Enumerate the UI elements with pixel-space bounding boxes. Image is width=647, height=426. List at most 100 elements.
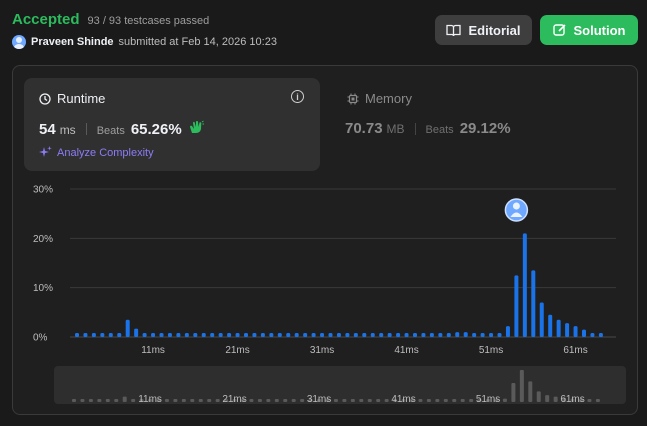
navigator-bar	[435, 399, 440, 402]
navigator-bar	[511, 382, 516, 402]
histogram-bar	[336, 333, 341, 337]
histogram-bar	[379, 333, 384, 337]
navigator-bar	[122, 396, 127, 402]
y-tick-label: 30%	[33, 185, 53, 196]
histogram-bar	[117, 333, 122, 337]
navigator-bar	[333, 399, 338, 402]
histogram-bar	[159, 333, 164, 337]
navigator-bar	[266, 399, 271, 402]
navigator-bar	[502, 398, 507, 402]
histogram-bar	[531, 270, 536, 337]
navigator-bar	[72, 399, 76, 402]
y-tick-label: 10%	[33, 283, 53, 294]
your-submission-avatar-icon[interactable]	[504, 198, 529, 222]
histogram-bar	[328, 333, 333, 337]
histogram-bar	[218, 333, 223, 337]
histogram-bar	[573, 326, 578, 337]
x-tick-label: 21ms	[225, 345, 249, 356]
histogram-bar	[539, 302, 544, 337]
navigator-bar	[418, 399, 423, 402]
histogram-bar	[125, 319, 130, 337]
histogram-bar	[370, 333, 375, 337]
runtime-distribution-chart[interactable]: 30% 20% 10% 0% 11ms 21ms 31ms 41ms 51ms 61ms 11ms 2…	[0, 0, 647, 426]
x-tick-label: 31ms	[310, 345, 334, 356]
y-tick-label: 0%	[33, 333, 48, 344]
histogram-bar	[497, 333, 502, 337]
navigator-bar	[443, 399, 448, 402]
histogram-bar	[505, 326, 510, 337]
histogram-bar	[514, 275, 519, 337]
histogram-bar	[413, 333, 417, 337]
histogram-bar	[438, 333, 443, 337]
navigator-bar	[190, 399, 195, 402]
navigator-bar	[207, 399, 212, 402]
histogram-bar	[396, 333, 401, 337]
navigator-bar	[80, 399, 85, 402]
navigator-bar	[173, 399, 178, 402]
x-tick-label: 61ms	[563, 345, 587, 356]
navigator-bar	[131, 399, 136, 402]
histogram-bar	[489, 333, 494, 337]
histogram-bar	[210, 333, 215, 337]
histogram-bar	[463, 332, 468, 337]
navigator-bar	[587, 399, 592, 402]
navigator-bar	[215, 399, 220, 402]
histogram-bar	[184, 333, 189, 337]
histogram-bar	[91, 333, 96, 337]
navigator-bar	[359, 399, 364, 402]
navigator-bar	[249, 399, 254, 402]
histogram-bar	[151, 333, 156, 337]
histogram-bar	[311, 333, 316, 337]
histogram-bar	[446, 333, 451, 337]
histogram-bar	[294, 333, 299, 337]
navigator-bar	[164, 399, 169, 402]
navigator-bar	[342, 399, 347, 402]
histogram-bar	[134, 328, 139, 337]
navigator-tick-label: 61ms	[560, 394, 584, 405]
navigator-tick-label: 21ms	[222, 394, 246, 405]
navigator-tick-label: 11ms	[138, 394, 162, 405]
x-tick-label: 11ms	[141, 345, 165, 356]
navigator-tick-label: 51ms	[476, 394, 500, 405]
histogram-bar	[277, 333, 282, 337]
histogram-bar	[227, 333, 232, 337]
histogram-bar	[269, 333, 274, 337]
navigator-bar	[545, 395, 550, 402]
histogram-bar	[201, 333, 206, 337]
histogram-bar	[320, 333, 325, 337]
navigator-bar	[367, 399, 372, 402]
histogram-bar	[75, 333, 79, 337]
histogram-bar	[83, 333, 88, 337]
navigator-bar	[384, 399, 389, 402]
navigator-bar	[181, 399, 186, 402]
navigator-bar	[88, 399, 93, 402]
histogram-bar	[472, 333, 477, 337]
histogram-bar	[455, 332, 460, 337]
navigator-tick-label: 41ms	[391, 394, 415, 405]
navigator-tick-label: 31ms	[307, 394, 331, 405]
histogram-bar	[353, 333, 358, 337]
histogram-bar	[142, 333, 147, 337]
navigator-bar	[460, 399, 465, 402]
navigator-bar	[452, 399, 457, 402]
navigator-bar	[274, 399, 279, 402]
navigator-bar	[300, 399, 305, 402]
navigator-bar	[257, 399, 262, 402]
histogram-bar	[244, 333, 248, 337]
y-tick-label: 20%	[33, 234, 53, 245]
histogram-bar	[235, 333, 240, 337]
navigator-bar	[536, 391, 541, 402]
histogram-bar	[590, 333, 595, 337]
histogram-bar	[362, 333, 367, 337]
histogram-bar	[548, 314, 553, 337]
navigator-bar	[553, 396, 558, 402]
histogram-bar	[429, 333, 434, 337]
navigator-bar	[528, 381, 533, 402]
histogram-bar	[193, 333, 198, 337]
x-tick-label: 41ms	[394, 345, 418, 356]
histogram-bar	[480, 333, 485, 337]
x-tick-label: 51ms	[479, 345, 503, 356]
histogram-bar	[387, 333, 392, 337]
histogram-bar	[100, 333, 105, 337]
navigator-bar	[519, 370, 524, 402]
